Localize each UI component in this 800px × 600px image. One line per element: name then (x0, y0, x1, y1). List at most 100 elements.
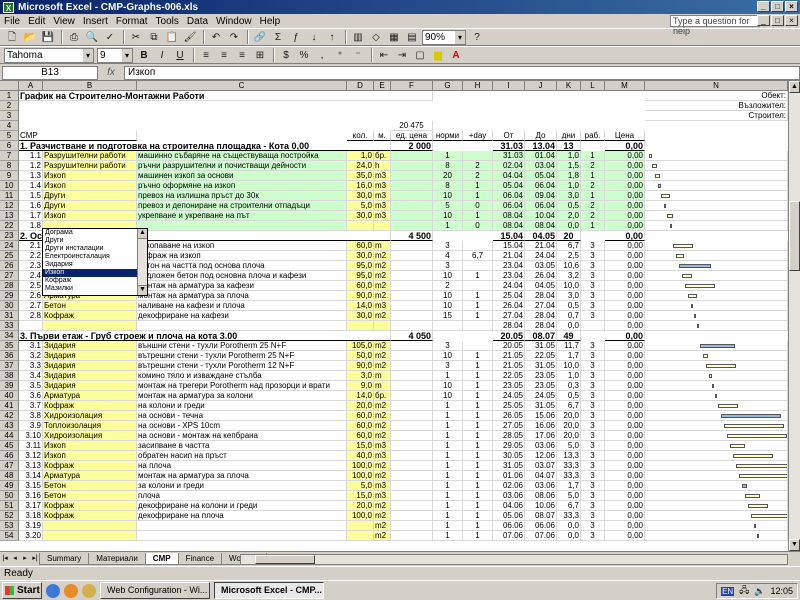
column-header[interactable]: C (137, 81, 347, 91)
task-price[interactable] (391, 241, 433, 251)
row-header[interactable]: 24 (0, 241, 19, 251)
task-number[interactable]: 2.1 (19, 241, 43, 251)
task-price[interactable] (391, 211, 433, 221)
task-norm[interactable]: 3 (433, 341, 463, 351)
task-from[interactable]: 08.04 (493, 221, 525, 231)
task-cost[interactable]: 0,00 (605, 391, 645, 401)
task-quantity[interactable]: 30,0 (347, 191, 374, 201)
task-days[interactable]: 0,5 (557, 391, 581, 401)
cut-icon[interactable]: ✂ (128, 30, 144, 45)
open-icon[interactable]: 📂 (22, 30, 38, 45)
task-days[interactable]: 0,3 (557, 381, 581, 391)
task-to[interactable]: 31.05 (525, 341, 557, 351)
task-cost[interactable]: 0,00 (605, 461, 645, 471)
task-days[interactable]: 0,0 (557, 531, 581, 541)
task-type[interactable]: Изкоп (43, 451, 137, 461)
task-description[interactable]: комино тяло и изваждане стълба (137, 371, 347, 381)
paste-icon[interactable]: 📋 (164, 30, 180, 45)
task-unit[interactable]: m (374, 241, 391, 251)
task-price[interactable] (391, 161, 433, 171)
task-workers[interactable]: 3 (581, 511, 605, 521)
doc-minimize-button[interactable]: _ (757, 15, 770, 26)
row-header[interactable]: 37 (0, 361, 19, 371)
font-color-icon[interactable]: A (448, 48, 464, 63)
task-days[interactable]: 20,0 (557, 411, 581, 421)
task-days[interactable]: 0,5 (557, 301, 581, 311)
task-price[interactable] (391, 171, 433, 181)
header-day[interactable]: +day (463, 131, 493, 141)
task-days[interactable]: 0,0 (557, 321, 581, 331)
task-to[interactable]: 12.06 (525, 451, 557, 461)
tab-first-icon[interactable]: |◂ (0, 553, 10, 565)
task-from[interactable]: 29.05 (493, 441, 525, 451)
task-day[interactable]: 1 (463, 311, 493, 321)
merge-center-icon[interactable]: ⊞ (252, 48, 268, 63)
header-cost[interactable]: Цена (605, 131, 645, 141)
menu-file[interactable]: File (0, 16, 24, 27)
dropdown-option[interactable]: Кофраж (43, 277, 147, 285)
task-days[interactable]: 1,7 (557, 481, 581, 491)
row-header[interactable]: 34 (0, 331, 19, 341)
bold-icon[interactable]: B (136, 48, 152, 63)
header-to[interactable]: До (525, 131, 557, 141)
task-to[interactable]: 03.06 (525, 481, 557, 491)
task-days[interactable]: 13,3 (557, 451, 581, 461)
vertical-scrollbar[interactable]: ▲ ▼ (788, 81, 800, 551)
row-header[interactable]: 43 (0, 421, 19, 431)
align-center-icon[interactable]: ≡ (216, 48, 232, 63)
task-description[interactable]: обратен насип на пръст (137, 451, 347, 461)
task-to[interactable]: 31.05 (525, 361, 557, 371)
task-description[interactable]: монтаж на трегери Porotherm над прозорци… (137, 381, 347, 391)
task-norm[interactable]: 3 (433, 261, 463, 271)
section-from[interactable]: 31.03 (493, 141, 525, 151)
task-price[interactable] (391, 201, 433, 211)
task-quantity[interactable]: 90,0 (347, 291, 374, 301)
italic-icon[interactable]: I (154, 48, 170, 63)
task-workers[interactable]: 3 (581, 251, 605, 261)
task-day[interactable]: 1 (463, 511, 493, 521)
task-from[interactable]: 31.05 (493, 461, 525, 471)
task-from[interactable]: 01.06 (493, 471, 525, 481)
task-unit[interactable]: m2 (374, 291, 391, 301)
task-number[interactable]: 3.7 (19, 401, 43, 411)
start-button[interactable]: Start (2, 582, 42, 599)
task-norm[interactable]: 1 (433, 471, 463, 481)
task-to[interactable]: 03.04 (525, 161, 557, 171)
task-description[interactable]: за колони и греди (137, 481, 347, 491)
task-quantity[interactable] (347, 521, 374, 531)
task-description[interactable]: на основи - XPS 10cm (137, 421, 347, 431)
task-quantity[interactable]: 60,0 (347, 241, 374, 251)
task-day[interactable]: 1 (463, 521, 493, 531)
header-price[interactable]: ед. цена (391, 131, 433, 141)
task-workers[interactable]: 3 (581, 281, 605, 291)
task-day[interactable]: 6,7 (463, 251, 493, 261)
task-workers[interactable]: 3 (581, 431, 605, 441)
dropdown-scrollbar[interactable]: ▲ ▼ (137, 229, 147, 295)
task-from[interactable]: 27.05 (493, 421, 525, 431)
task-days[interactable]: 1,8 (557, 171, 581, 181)
header-workers[interactable]: раб. (581, 131, 605, 141)
header-unit[interactable]: м. (374, 131, 391, 141)
task-to[interactable]: 31.05 (525, 401, 557, 411)
task-type[interactable]: Зидария (43, 381, 137, 391)
task-unit[interactable]: m2 (374, 271, 391, 281)
section-to[interactable]: 04.05 (525, 231, 557, 241)
section-cost[interactable]: 0,00 (605, 231, 645, 241)
task-number[interactable]: 2.7 (19, 301, 43, 311)
task-unit[interactable]: m2 (374, 351, 391, 361)
task-type[interactable]: Изкоп (43, 171, 137, 181)
row-header[interactable]: 11 (0, 191, 19, 201)
task-norm[interactable]: 8 (433, 181, 463, 191)
task-quantity[interactable]: 9,0 (347, 381, 374, 391)
task-workers[interactable]: 3 (581, 241, 605, 251)
task-workers[interactable]: 3 (581, 381, 605, 391)
row-header[interactable]: 10 (0, 181, 19, 191)
task-price[interactable] (391, 451, 433, 461)
task-quantity[interactable]: 5,0 (347, 201, 374, 211)
task-cost[interactable]: 0,00 (605, 191, 645, 201)
task-unit[interactable]: m2 (374, 281, 391, 291)
task-norm[interactable]: 1 (433, 431, 463, 441)
task-price[interactable] (391, 381, 433, 391)
task-number[interactable]: 1.3 (19, 171, 43, 181)
dropdown-option[interactable]: Дограма (43, 229, 147, 237)
